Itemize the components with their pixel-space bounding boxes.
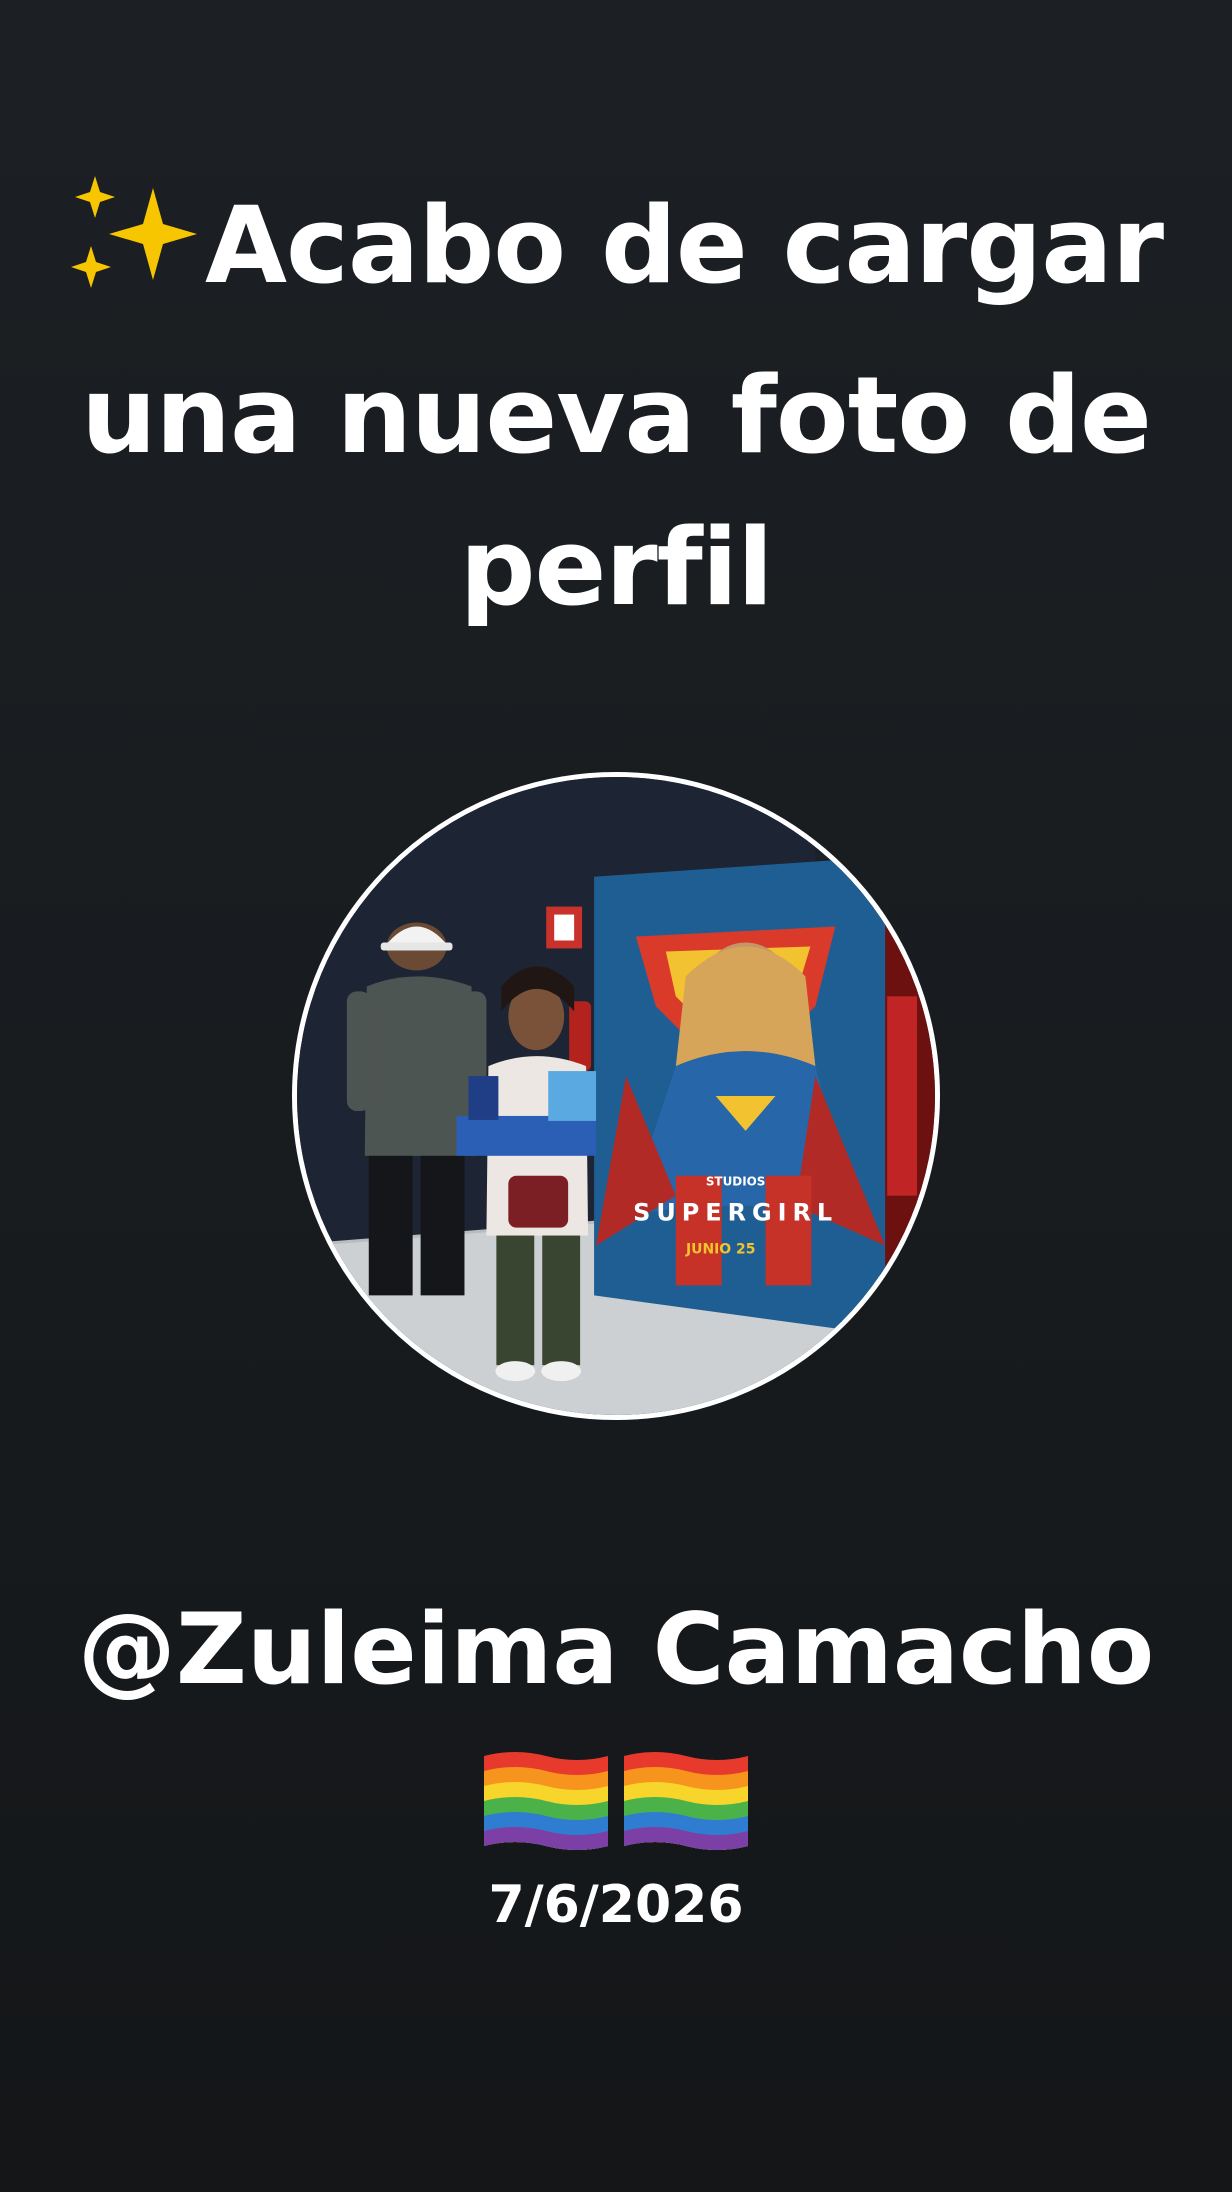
profile-photo-image: STUDIOS SUPERGIRL JUNIO 25 [297, 777, 935, 1415]
headline-line-3: perfil [459, 506, 774, 629]
poster: STUDIOS SUPERGIRL JUNIO 25 [594, 856, 886, 1336]
story-screen: { "headline": { "sparkle_icon": "sparkle… [0, 0, 1232, 2192]
poster-date: JUNIO 25 [685, 1242, 755, 1258]
poster-brand: STUDIOS [706, 1175, 766, 1189]
poster-title: SUPERGIRL [633, 1199, 838, 1227]
post-date: 7/6/2026 [488, 1875, 744, 1935]
headline-line-1: Acabo de cargar [60, 170, 1172, 340]
headline-text-1: Acabo de cargar [205, 184, 1164, 307]
sparkles-icon [69, 170, 199, 340]
flags-row [484, 1748, 748, 1854]
headline-line-2: una nueva foto de [81, 354, 1152, 477]
rainbow-flag-icon [624, 1752, 748, 1850]
profile-photo[interactable]: STUDIOS SUPERGIRL JUNIO 25 [292, 772, 940, 1420]
username[interactable]: @Zuleima Camacho [40, 1590, 1192, 1710]
rainbow-flag-icon [484, 1752, 608, 1850]
headline: Acabo de cargar una nueva foto de perfil [60, 170, 1172, 644]
